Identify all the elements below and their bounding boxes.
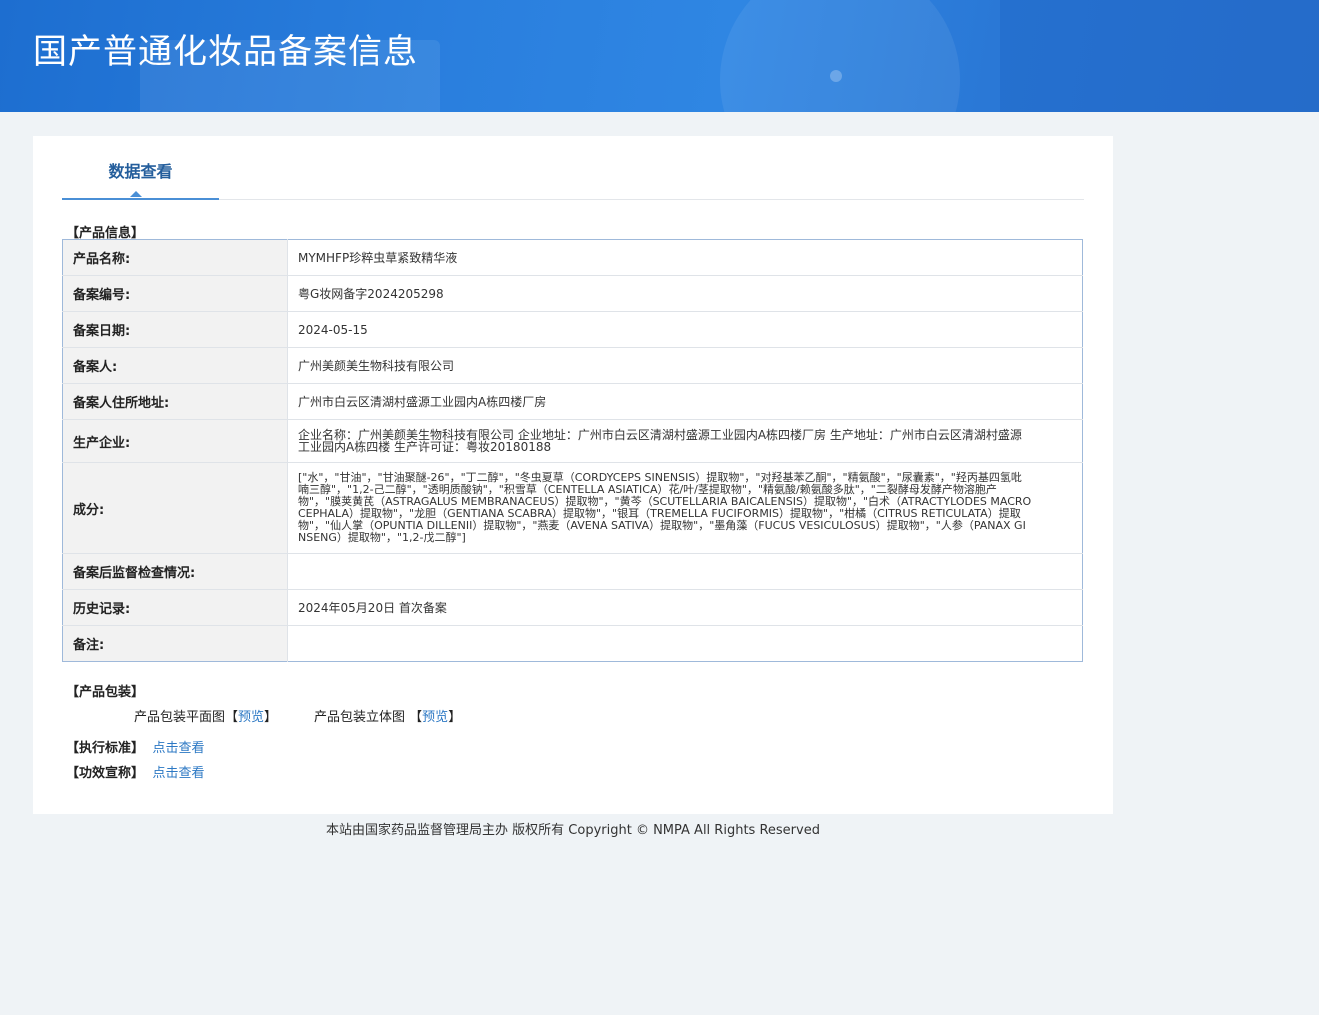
row-value-post-filing-inspection [287, 553, 1083, 590]
table-row: 备案人: 广州美颜美生物科技有限公司 [62, 347, 1083, 384]
row-label-filer-address: 备案人住所地址: [62, 383, 288, 420]
row-label-product-name: 产品名称: [62, 239, 288, 276]
row-label-manufacturer: 生产企业: [62, 419, 288, 463]
footer-copyright: 本站由国家药品监督管理局主办 版权所有 Copyright © NMPA All… [326, 823, 820, 838]
page-title: 国产普通化妆品备案信息 [33, 32, 418, 72]
table-row: 备案后监督检查情况: [62, 553, 1083, 590]
packaging-stereo-label: 产品包装立体图 [314, 710, 406, 725]
row-value-remarks [288, 626, 1083, 662]
banner-decoration [1000, 0, 1319, 112]
row-label-ingredients: 成分: [62, 462, 288, 554]
standard-label: 【执行标准】 [66, 741, 145, 756]
packaging-flat-item: 产品包装平面图【预览】 [134, 706, 277, 725]
product-info-table: 产品名称: MYMHFP珍粹虫草紧致精华液 备案编号: 粤G妆网备字202420… [62, 239, 1083, 662]
claims-label: 【功效宣称】 [66, 766, 145, 781]
table-row: 备案人住所地址: 广州市白云区清湖村盛源工业园内A栋四楼厂房 [62, 383, 1083, 420]
banner-decoration [830, 70, 842, 82]
bracket-close: 】 [264, 710, 278, 725]
row-value-filing-number: 粤G妆网备字2024205298 [287, 275, 1083, 312]
bracket-close: 】 [448, 710, 462, 725]
table-row: 备案日期: 2024-05-15 [62, 311, 1083, 348]
table-row: 备案编号: 粤G妆网备字2024205298 [62, 275, 1083, 312]
claims-view-link[interactable]: 点击查看 [153, 766, 205, 781]
header-banner: 国产普通化妆品备案信息 [0, 0, 1319, 112]
row-label-filer: 备案人: [62, 347, 288, 384]
row-value-filer-address: 广州市白云区清湖村盛源工业园内A栋四楼厂房 [287, 383, 1083, 420]
row-value-manufacturer: 企业名称：广州美颜美生物科技有限公司 企业地址：广州市白云区清湖村盛源工业园内A… [287, 419, 1083, 463]
section-title-claims: 【功效宣称】 点击查看 [66, 762, 205, 781]
bracket-open: 【 [409, 710, 423, 725]
table-row: 产品名称: MYMHFP珍粹虫草紧致精华液 [62, 239, 1083, 276]
tab-bar: 数据查看 [62, 136, 1084, 200]
row-label-remarks: 备注: [62, 625, 288, 662]
packaging-stereo-item: 产品包装立体图 【预览】 [314, 706, 461, 725]
row-value-history: 2024年05月20日 首次备案 [287, 589, 1083, 626]
active-tab-caret-icon [130, 191, 142, 197]
content-card: 数据查看 【产品信息】 产品名称: MYMHFP珍粹虫草紧致精华液 备案编号: … [33, 136, 1113, 814]
row-label-history: 历史记录: [62, 589, 288, 626]
table-row: 生产企业: 企业名称：广州美颜美生物科技有限公司 企业地址：广州市白云区清湖村盛… [62, 419, 1083, 463]
banner-decoration [720, 0, 960, 112]
table-row: 历史记录: 2024年05月20日 首次备案 [62, 589, 1083, 626]
preview-stereo-link[interactable]: 预览 [422, 710, 448, 725]
row-value-product-name: MYMHFP珍粹虫草紧致精华液 [287, 239, 1083, 276]
section-title-standard: 【执行标准】 点击查看 [66, 737, 205, 756]
section-title-packaging: 【产品包装】 [66, 685, 145, 700]
row-value-ingredients: ["水"，"甘油"，"甘油聚醚-26"，"丁二醇"，"冬虫夏草（CORDYCEP… [287, 462, 1083, 554]
row-value-filing-date: 2024-05-15 [287, 311, 1083, 348]
row-label-filing-number: 备案编号: [62, 275, 288, 312]
table-row: 成分: ["水"，"甘油"，"甘油聚醚-26"，"丁二醇"，"冬虫夏草（CORD… [62, 462, 1083, 554]
row-label-filing-date: 备案日期: [62, 311, 288, 348]
row-value-filer: 广州美颜美生物科技有限公司 [287, 347, 1083, 384]
packaging-flat-label: 产品包装平面图 [134, 710, 226, 725]
bracket-open: 【 [225, 710, 239, 725]
row-label-post-filing-inspection: 备案后监督检查情况: [62, 553, 288, 590]
table-row: 备注: [62, 625, 1083, 662]
preview-flat-link[interactable]: 预览 [238, 710, 264, 725]
standard-view-link[interactable]: 点击查看 [153, 741, 205, 756]
